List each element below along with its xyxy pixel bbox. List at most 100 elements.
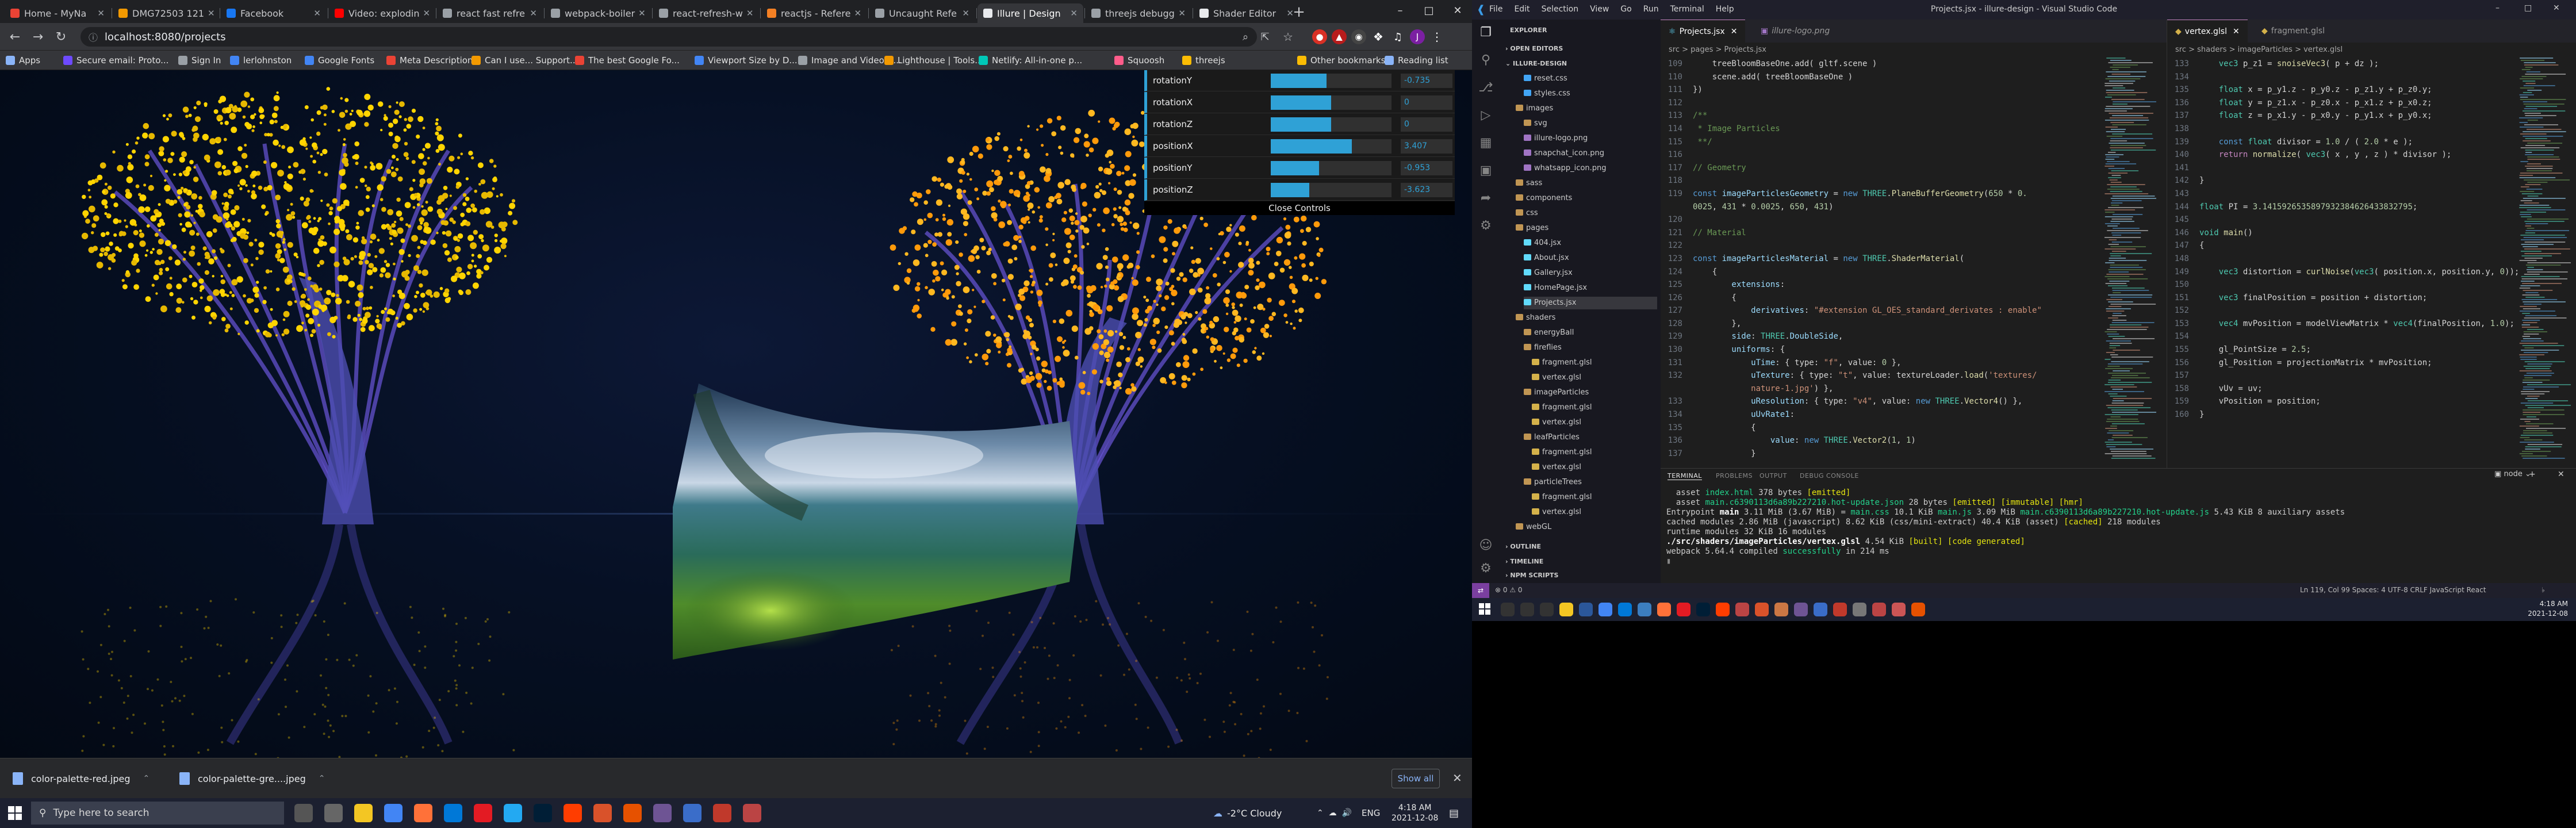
new-tab-button[interactable]: + <box>1290 3 1308 21</box>
taskbar-app-icon[interactable] <box>474 804 492 822</box>
other-bookmarks[interactable]: Other bookmarks <box>1297 54 1385 67</box>
browser-tab[interactable]: Uncaught Refe ✕ <box>869 3 975 23</box>
gui-slider[interactable] <box>1271 139 1392 154</box>
taskbar-app-icon[interactable] <box>623 804 642 822</box>
taskbar-app-icon[interactable] <box>593 804 612 822</box>
close-tab-icon[interactable]: ✕ <box>1175 8 1186 18</box>
file-tree-item[interactable]: pages <box>1516 222 1548 235</box>
menu-item[interactable]: Run <box>1643 5 1659 14</box>
file-tree-item[interactable]: shaders <box>1516 312 1555 324</box>
browser-tab[interactable]: Illure | Design ✕ <box>977 3 1083 23</box>
menu-item[interactable]: View <box>1590 5 1609 14</box>
file-tree-item[interactable]: whatsapp_icon.png <box>1524 162 1607 175</box>
windows-start-icon[interactable] <box>1479 603 1490 615</box>
file-tree-item[interactable]: fragment.glsl <box>1532 446 1592 459</box>
file-tree-item[interactable]: energyBall <box>1524 327 1574 339</box>
menu-item[interactable]: Help <box>1716 5 1734 14</box>
taskbar-search-input[interactable]: ⚲ Type here to search <box>31 802 284 825</box>
file-tree-item[interactable]: fragment.glsl <box>1532 356 1592 369</box>
browser-tab[interactable]: webpack-boiler ✕ <box>545 3 651 23</box>
taskbar-app-icon[interactable] <box>534 804 552 822</box>
tab-problems[interactable]: PROBLEMS <box>1716 472 1753 480</box>
file-tree-item[interactable]: HomePage.jsx <box>1524 282 1587 294</box>
outline-header[interactable]: › OUTLINE <box>1505 540 1541 553</box>
taskbar-app-icon[interactable] <box>1755 603 1769 616</box>
taskbar-app-icon[interactable] <box>1833 603 1847 616</box>
file-tree-item[interactable]: vertex.glsl <box>1532 416 1581 429</box>
taskbar-app-icon[interactable] <box>1657 603 1671 616</box>
file-tree-item[interactable]: vertex.glsl <box>1532 371 1581 384</box>
close-icon[interactable]: ✕ <box>1731 27 1738 36</box>
close-window-button[interactable]: ✕ <box>1443 0 1472 21</box>
forward-arrow-icon[interactable]: → <box>30 29 46 45</box>
close-tab-icon[interactable]: ✕ <box>635 8 646 18</box>
close-tab-icon[interactable]: ✕ <box>310 8 321 18</box>
clock[interactable]: 4:18 AM 2021-12-08 <box>1392 798 1438 828</box>
tab-projects-jsx[interactable]: ⚛ Projects.jsx ✕ <box>1661 20 1746 43</box>
bookmark-star-icon[interactable]: ☆ <box>1280 29 1296 45</box>
close-tab-icon[interactable]: ✕ <box>94 8 105 18</box>
media-icon[interactable]: ♫ <box>1390 29 1405 44</box>
gui-value-input[interactable]: -3.623 <box>1401 182 1452 197</box>
taskbar-app-icon[interactable] <box>414 804 432 822</box>
gui-value-input[interactable]: -0.953 <box>1401 160 1452 175</box>
taskbar-app-icon[interactable] <box>1794 603 1808 616</box>
file-tree-item[interactable]: svg <box>1524 117 1547 130</box>
new-terminal-icon[interactable]: + <box>2529 470 2536 479</box>
source-control-icon[interactable]: ⎇ <box>1478 79 1494 95</box>
extension-red-icon[interactable]: ● <box>1312 29 1327 44</box>
bookmark-item[interactable]: Can I use... Support... <box>471 54 578 67</box>
gui-slider[interactable] <box>1271 160 1392 175</box>
gui-slider[interactable] <box>1271 73 1392 88</box>
taskbar-app-icon[interactable] <box>1598 603 1612 616</box>
close-button[interactable]: ✕ <box>2553 3 2560 13</box>
extension-pdf-icon[interactable]: ▲ <box>1332 29 1347 44</box>
close-icon[interactable]: ✕ <box>1452 771 1462 785</box>
taskbar-app-icon[interactable] <box>1853 603 1866 616</box>
open-editors-header[interactable]: › OPEN EDITORS <box>1505 43 1563 55</box>
terminal-shell-select[interactable]: ▣ node ⌄ <box>2494 470 2531 478</box>
bookmark-item[interactable]: lerlohnston <box>230 54 292 67</box>
input-language[interactable]: ENG <box>1362 798 1380 828</box>
npm-scripts-header[interactable]: › NPM SCRIPTS <box>1505 569 1558 582</box>
taskbar-app-icon[interactable] <box>683 804 702 822</box>
bookmark-item[interactable]: threejs <box>1182 54 1225 67</box>
close-controls-button[interactable]: Close Controls <box>1144 201 1455 215</box>
bookmark-item[interactable]: The best Google Fo... <box>575 54 680 67</box>
tab-output[interactable]: OUTPUT <box>1759 472 1787 480</box>
file-tree-item[interactable]: sass <box>1516 177 1542 190</box>
code-view[interactable]: 133 vec3 p_z1 = snoiseVec3( p + dz ); 13… <box>2167 57 2520 421</box>
taskbar-app-icon[interactable] <box>1579 603 1593 616</box>
tab-illure-logo[interactable]: ▣ illure-logo.png <box>1753 20 1838 43</box>
taskbar-app-icon[interactable] <box>1892 603 1906 616</box>
zoom-icon[interactable]: ⌕ <box>1237 29 1254 45</box>
file-tree-item[interactable]: snapchat_icon.png <box>1524 147 1604 160</box>
reading-list[interactable]: Reading list <box>1385 54 1448 67</box>
close-tab-icon[interactable]: ✕ <box>743 8 754 18</box>
gui-value-input[interactable]: 0 <box>1401 95 1452 110</box>
file-tree-item[interactable]: reset.css <box>1524 72 1567 85</box>
file-tree-item[interactable]: About.jsx <box>1524 252 1569 264</box>
taskbar-app-icon[interactable] <box>1872 603 1886 616</box>
extensions-icon[interactable]: ▦ <box>1478 135 1494 151</box>
taskbar-app-icon[interactable] <box>1911 603 1925 616</box>
file-tree-item[interactable]: css <box>1516 207 1538 220</box>
weather-widget[interactable]: ☁ -2°C Cloudy <box>1213 798 1282 828</box>
taskbar-app-icon[interactable] <box>564 804 582 822</box>
bookmark-item[interactable]: Viewport Size by D... <box>695 54 798 67</box>
close-tab-icon[interactable]: ✕ <box>959 8 969 18</box>
bookmark-item[interactable]: Apps <box>6 54 40 67</box>
tray-icons[interactable]: ⌃ ☁ 🔊 <box>1317 798 1352 828</box>
info-icon[interactable]: ⓘ <box>89 30 98 44</box>
close-tab-icon[interactable]: ✕ <box>419 8 430 18</box>
taskbar-app-icon[interactable] <box>1696 603 1710 616</box>
webgl-canvas[interactable]: rotationY -0.735 rotationX 0 rotationZ 0 posit… <box>0 70 1472 758</box>
reload-icon[interactable]: ↻ <box>53 29 69 45</box>
menu-dots-icon[interactable]: ⋮ <box>1429 29 1444 44</box>
taskbar-app-icon[interactable] <box>1618 603 1632 616</box>
bookmark-item[interactable]: Lighthouse | Tools... <box>884 54 983 67</box>
browser-tab[interactable]: threejs debugg ✕ <box>1086 3 1191 23</box>
gui-slider[interactable] <box>1271 95 1392 110</box>
taskbar-app-icon[interactable] <box>1501 603 1515 616</box>
chevron-up-icon[interactable]: ⌃ <box>143 774 150 783</box>
